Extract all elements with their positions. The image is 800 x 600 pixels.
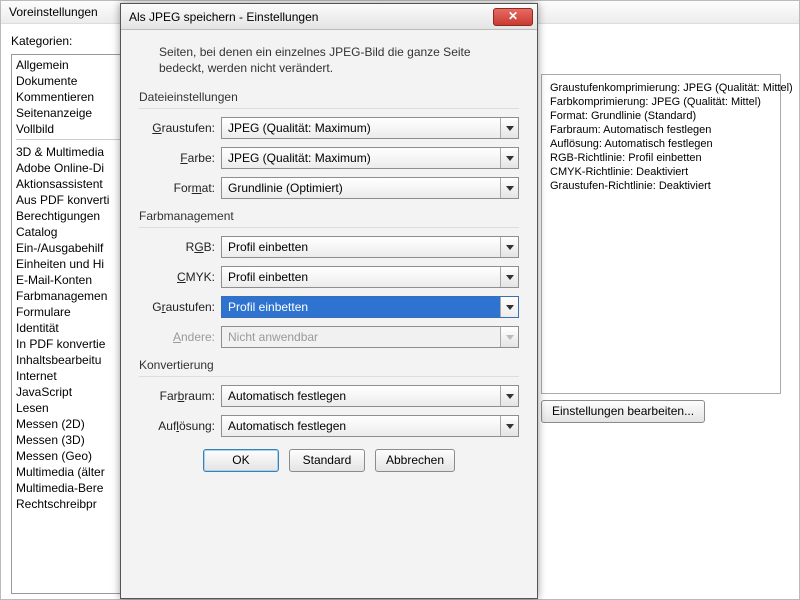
list-separator [16,139,130,142]
conversion-title: Konvertierung [139,358,519,372]
list-item[interactable]: Messen (2D) [12,416,134,432]
list-item[interactable]: Berechtigungen [12,208,134,224]
list-item[interactable]: Dokumente [12,73,134,89]
list-item[interactable]: Einheiten und Hi [12,256,134,272]
format-label: Format: [139,181,221,195]
standard-button[interactable]: Standard [289,449,365,472]
list-item[interactable]: Multimedia-Bere [12,480,134,496]
dialog-title: Als JPEG speichern - Einstellungen [129,10,493,24]
aufloesung-label: Auflösung: [139,419,221,433]
farbraum-label: Farbraum: [139,389,221,403]
farbraum-combo[interactable]: Automatisch festlegen [221,385,519,407]
settings-summary-box: Graustufenkomprimierung: JPEG (Qualität:… [541,74,781,394]
file-settings-title: Dateieinstellungen [139,90,519,104]
list-item[interactable]: Rechtschreibpr [12,496,134,512]
summary-line: Graustufen-Richtlinie: Deaktiviert [550,179,772,193]
dialog-button-row: OK Standard Abbrechen [139,449,519,472]
file-settings-group: Dateieinstellungen Graustufen: JPEG (Qua… [139,90,519,199]
chevron-down-icon [500,118,518,138]
list-item[interactable]: Inhaltsbearbeitu [12,352,134,368]
list-item[interactable]: Adobe Online-Di [12,160,134,176]
chevron-down-icon [500,178,518,198]
farbe-label: Farbe: [139,151,221,165]
chevron-down-icon [500,148,518,168]
graustufen2-combo[interactable]: Profil einbetten [221,296,519,318]
list-item[interactable]: Ein-/Ausgabehilf [12,240,134,256]
list-item[interactable]: Aus PDF konverti [12,192,134,208]
andere-label: Andere: [139,330,221,344]
list-item[interactable]: Seitenanzeige [12,105,134,121]
graustufen-combo[interactable]: JPEG (Qualität: Maximum) [221,117,519,139]
andere-combo: Nicht anwendbar [221,326,519,348]
jpeg-settings-dialog: Als JPEG speichern - Einstellungen ✕ Sei… [120,3,538,599]
close-button[interactable]: ✕ [493,8,533,26]
summary-line: Farbraum: Automatisch festlegen [550,123,772,137]
cmyk-combo[interactable]: Profil einbetten [221,266,519,288]
list-item[interactable]: Identität [12,320,134,336]
summary-line: CMYK-Richtlinie: Deaktiviert [550,165,772,179]
rgb-label: RGB: [139,240,221,254]
list-item[interactable]: Messen (Geo) [12,448,134,464]
list-item[interactable]: Catalog [12,224,134,240]
farbe-combo[interactable]: JPEG (Qualität: Maximum) [221,147,519,169]
dialog-intro-text: Seiten, bei denen ein einzelnes JPEG-Bil… [159,44,499,76]
list-item[interactable]: Lesen [12,400,134,416]
list-item[interactable]: Vollbild [12,121,134,137]
list-item[interactable]: Multimedia (älter [12,464,134,480]
summary-line: Format: Grundlinie (Standard) [550,109,772,123]
list-item[interactable]: In PDF konvertie [12,336,134,352]
chevron-down-icon [500,267,518,287]
list-item[interactable]: Farbmanagemen [12,288,134,304]
list-item[interactable]: Formulare [12,304,134,320]
cancel-button[interactable]: Abbrechen [375,449,455,472]
format-combo[interactable]: Grundlinie (Optimiert) [221,177,519,199]
rgb-combo[interactable]: Profil einbetten [221,236,519,258]
color-management-title: Farbmanagement [139,209,519,223]
chevron-down-icon [500,237,518,257]
list-item[interactable]: JavaScript [12,384,134,400]
ok-button[interactable]: OK [203,449,279,472]
list-item[interactable]: Aktionsassistent [12,176,134,192]
categories-list[interactable]: Allgemein Dokumente Kommentieren Seitena… [11,54,135,594]
categories-label: Kategorien: [11,34,135,48]
summary-line: Farbkomprimierung: JPEG (Qualität: Mitte… [550,95,772,109]
list-item[interactable]: 3D & Multimedia [12,144,134,160]
summary-line: RGB-Richtlinie: Profil einbetten [550,151,772,165]
chevron-down-icon [500,297,518,317]
dialog-titlebar[interactable]: Als JPEG speichern - Einstellungen ✕ [121,4,537,30]
list-item[interactable]: Internet [12,368,134,384]
edit-settings-button[interactable]: Einstellungen bearbeiten... [541,400,705,423]
list-item[interactable]: Allgemein [12,57,134,73]
chevron-down-icon [500,327,518,347]
list-item[interactable]: E-Mail-Konten [12,272,134,288]
summary-line: Auflösung: Automatisch festlegen [550,137,772,151]
graustufen-label: Graustufen: [139,121,221,135]
color-management-group: Farbmanagement RGB: Profil einbetten CMY… [139,209,519,348]
list-item[interactable]: Messen (3D) [12,432,134,448]
graustufen2-label: Graustufen: [139,300,221,314]
close-icon: ✕ [508,9,518,23]
summary-line: Graustufenkomprimierung: JPEG (Qualität:… [550,81,772,95]
chevron-down-icon [500,416,518,436]
conversion-group: Konvertierung Farbraum: Automatisch fest… [139,358,519,437]
list-item[interactable]: Kommentieren [12,89,134,105]
cmyk-label: CMYK: [139,270,221,284]
chevron-down-icon [500,386,518,406]
aufloesung-combo[interactable]: Automatisch festlegen [221,415,519,437]
